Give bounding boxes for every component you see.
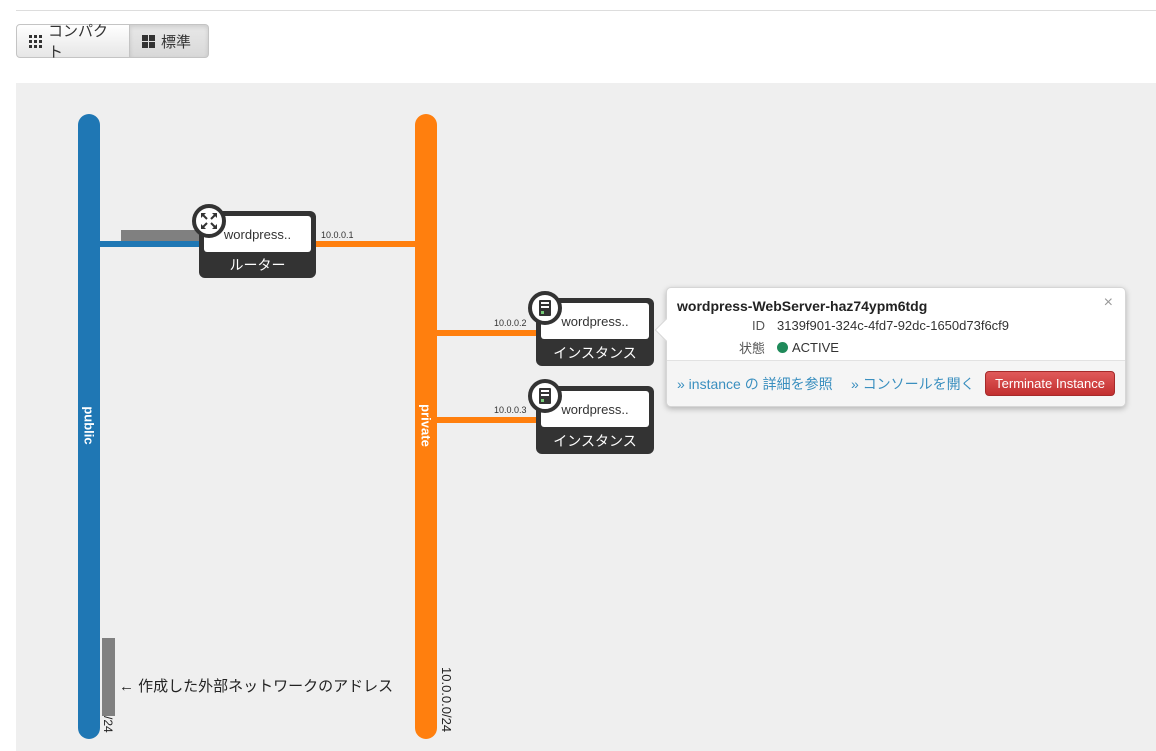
open-console-link[interactable]: » コンソールを開く bbox=[851, 374, 975, 394]
router-ip-label: 10.0.0.1 bbox=[321, 230, 354, 240]
router-gateway-marker bbox=[121, 230, 199, 241]
compact-view-button[interactable]: コンパクト bbox=[16, 23, 130, 61]
router-private-link bbox=[313, 241, 417, 247]
popup-status-value: ACTIVE bbox=[792, 340, 839, 355]
popup-status-row: 状態 ACTIVE bbox=[677, 338, 839, 357]
router-icon bbox=[192, 204, 226, 238]
instance-1-link bbox=[437, 330, 537, 336]
view-toggle: コンパクト 標準 bbox=[16, 23, 209, 61]
close-icon[interactable]: × bbox=[1104, 294, 1113, 312]
popup-id-value: 3139f901-324c-4fd7-92dc-1650d73f6cf9 bbox=[777, 318, 1010, 333]
router-public-link bbox=[98, 241, 201, 247]
popup-footer: » instance の 詳細を参照 » コンソールを開く Terminate … bbox=[667, 360, 1125, 406]
server-icon bbox=[528, 291, 562, 325]
popup-title: wordpress-WebServer-haz74ypm6tdg bbox=[677, 298, 928, 314]
external-subnet-marker bbox=[102, 638, 115, 716]
network-public-label: public bbox=[81, 406, 97, 445]
topology-canvas: public /24 ← 作成した外部ネットワークのアドレス private 1… bbox=[16, 83, 1156, 751]
annotation-text: ← 作成した外部ネットワークのアドレス bbox=[119, 678, 394, 695]
network-private-cidr: 10.0.0.0/24 bbox=[439, 667, 454, 733]
network-public-cidr: /24 bbox=[101, 716, 115, 733]
instance-2-caption: インスタンス bbox=[553, 433, 637, 449]
status-dot-icon bbox=[777, 342, 788, 353]
network-private-label: private bbox=[418, 404, 434, 447]
top-divider bbox=[16, 10, 1156, 11]
instance-2-link bbox=[437, 417, 537, 423]
instance-2-ip-label: 10.0.0.3 bbox=[494, 405, 527, 415]
terminate-instance-button[interactable]: Terminate Instance bbox=[985, 371, 1115, 396]
normal-view-button[interactable]: 標準 bbox=[130, 24, 209, 58]
popup-status-label: 状態 bbox=[738, 341, 765, 356]
instance-1-caption: インスタンス bbox=[553, 345, 637, 361]
popup-arrow bbox=[654, 318, 678, 342]
instance-detail-popup: wordpress-WebServer-haz74ypm6tdg × ID 31… bbox=[654, 287, 1126, 407]
grid-large-icon bbox=[142, 34, 155, 48]
router-caption: ルーター bbox=[229, 257, 286, 273]
server-icon bbox=[528, 379, 562, 413]
instance-1-ip-label: 10.0.0.2 bbox=[494, 318, 527, 328]
instance-detail-link[interactable]: » instance の 詳細を参照 bbox=[677, 374, 833, 394]
compact-view-label: コンパクト bbox=[48, 23, 109, 61]
normal-view-label: 標準 bbox=[161, 33, 192, 51]
popup-id-label: ID bbox=[752, 318, 765, 333]
grid-small-icon bbox=[29, 34, 42, 48]
popup-id-row: ID 3139f901-324c-4fd7-92dc-1650d73f6cf9 bbox=[677, 318, 1009, 333]
